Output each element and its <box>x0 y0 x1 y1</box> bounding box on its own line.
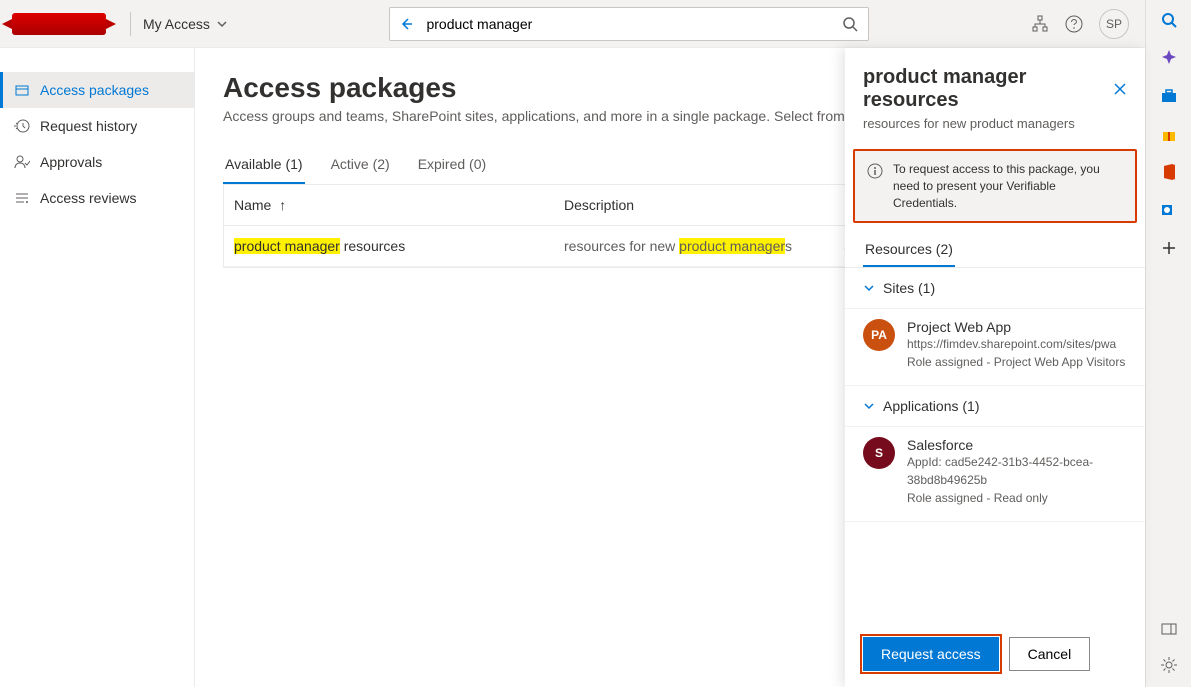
avatar[interactable]: SP <box>1099 9 1129 39</box>
sitemap-icon <box>1031 15 1049 33</box>
cell-name: product manager resources <box>234 238 564 254</box>
tab-available[interactable]: Available (1) <box>223 148 305 184</box>
resource-app-item[interactable]: S Salesforce AppId: cad5e242-31b3-4452-b… <box>845 427 1145 522</box>
panel-subtitle: resources for new product managers <box>863 116 1127 131</box>
resource-appid: AppId: cad5e242-31b3-4452-bcea-38bd8b496… <box>907 453 1127 489</box>
panel-footer: Request access Cancel <box>845 621 1145 687</box>
rail-add-icon[interactable] <box>1159 238 1179 258</box>
sidebar-item-request-history[interactable]: Request history <box>0 108 194 144</box>
tab-expired[interactable]: Expired (0) <box>416 148 488 184</box>
resource-avatar: S <box>863 437 895 469</box>
right-rail <box>1145 0 1191 687</box>
request-access-button[interactable]: Request access <box>863 637 999 671</box>
org-logo <box>12 13 106 35</box>
chevron-down-icon <box>216 18 228 30</box>
sidebar-label: Access packages <box>40 82 149 98</box>
sidebar-item-access-reviews[interactable]: Access reviews <box>0 180 194 216</box>
help-button[interactable] <box>1065 15 1083 33</box>
resource-name: Project Web App <box>907 319 1125 335</box>
chevron-down-icon <box>863 282 875 294</box>
app-name: My Access <box>143 16 210 32</box>
resource-role: Role assigned - Read only <box>907 489 1127 507</box>
divider <box>130 12 131 36</box>
info-icon <box>867 163 883 179</box>
resource-name: Salesforce <box>907 437 1127 453</box>
section-sites: Sites (1) <box>845 268 1145 309</box>
section-apps-toggle[interactable]: Applications (1) <box>863 398 1127 414</box>
details-panel: product manager resources resources for … <box>845 48 1145 687</box>
header-actions: SP <box>1031 9 1129 39</box>
app-switcher[interactable]: My Access <box>143 16 228 32</box>
search-box <box>389 7 869 41</box>
avatar-initials: SP <box>1106 17 1122 31</box>
col-header-description[interactable]: Description <box>564 197 844 213</box>
help-icon <box>1065 15 1083 33</box>
tab-active[interactable]: Active (2) <box>329 148 392 184</box>
reviews-icon <box>14 190 30 206</box>
close-icon <box>1113 82 1127 96</box>
search-submit[interactable] <box>832 16 868 32</box>
search-input[interactable] <box>422 16 832 32</box>
org-icon[interactable] <box>1031 15 1049 33</box>
history-icon <box>14 118 30 134</box>
rail-outlook-icon[interactable] <box>1159 200 1179 220</box>
sidebar-label: Access reviews <box>40 190 136 206</box>
sidebar-label: Approvals <box>40 154 102 170</box>
col-header-name[interactable]: Name ↑ <box>234 197 564 213</box>
package-icon <box>14 82 30 98</box>
sidebar-item-approvals[interactable]: Approvals <box>0 144 194 180</box>
resource-site-item[interactable]: PA Project Web App https://fimdev.sharep… <box>845 309 1145 386</box>
sidebar-item-access-packages[interactable]: Access packages <box>0 72 194 108</box>
resource-avatar: PA <box>863 319 895 351</box>
resource-role: Role assigned - Project Web App Visitors <box>907 353 1125 371</box>
cancel-button[interactable]: Cancel <box>1009 637 1091 671</box>
resource-url: https://fimdev.sharepoint.com/sites/pwa <box>907 335 1125 353</box>
rail-search-icon[interactable] <box>1159 10 1179 30</box>
search-back-button[interactable] <box>390 16 422 32</box>
section-applications: Applications (1) <box>845 386 1145 427</box>
sort-asc-icon: ↑ <box>279 197 286 213</box>
panel-tabs: Resources (2) <box>845 233 1145 268</box>
approvals-icon <box>14 154 30 170</box>
rail-copilot-icon[interactable] <box>1159 48 1179 68</box>
arrow-left-icon <box>398 16 414 32</box>
header: My Access SP <box>0 0 1145 48</box>
sidebar-label: Request history <box>40 118 137 134</box>
cell-description: resources for new product managers <box>564 238 844 254</box>
search-icon <box>842 16 858 32</box>
panel-title: product manager resources <box>863 66 1113 112</box>
panel-tab-resources[interactable]: Resources (2) <box>863 233 955 267</box>
rail-briefcase-icon[interactable] <box>1159 86 1179 106</box>
panel-close-button[interactable] <box>1113 82 1127 96</box>
info-callout: To request access to this package, you n… <box>853 149 1137 223</box>
info-text: To request access to this package, you n… <box>893 161 1123 211</box>
rail-office-icon[interactable] <box>1159 162 1179 182</box>
rail-expand-icon[interactable] <box>1159 619 1179 639</box>
section-sites-toggle[interactable]: Sites (1) <box>863 280 1127 296</box>
chevron-down-icon <box>863 400 875 412</box>
rail-settings-icon[interactable] <box>1159 655 1179 675</box>
sidebar: Access packages Request history Approval… <box>0 48 195 687</box>
rail-gift-icon[interactable] <box>1159 124 1179 144</box>
